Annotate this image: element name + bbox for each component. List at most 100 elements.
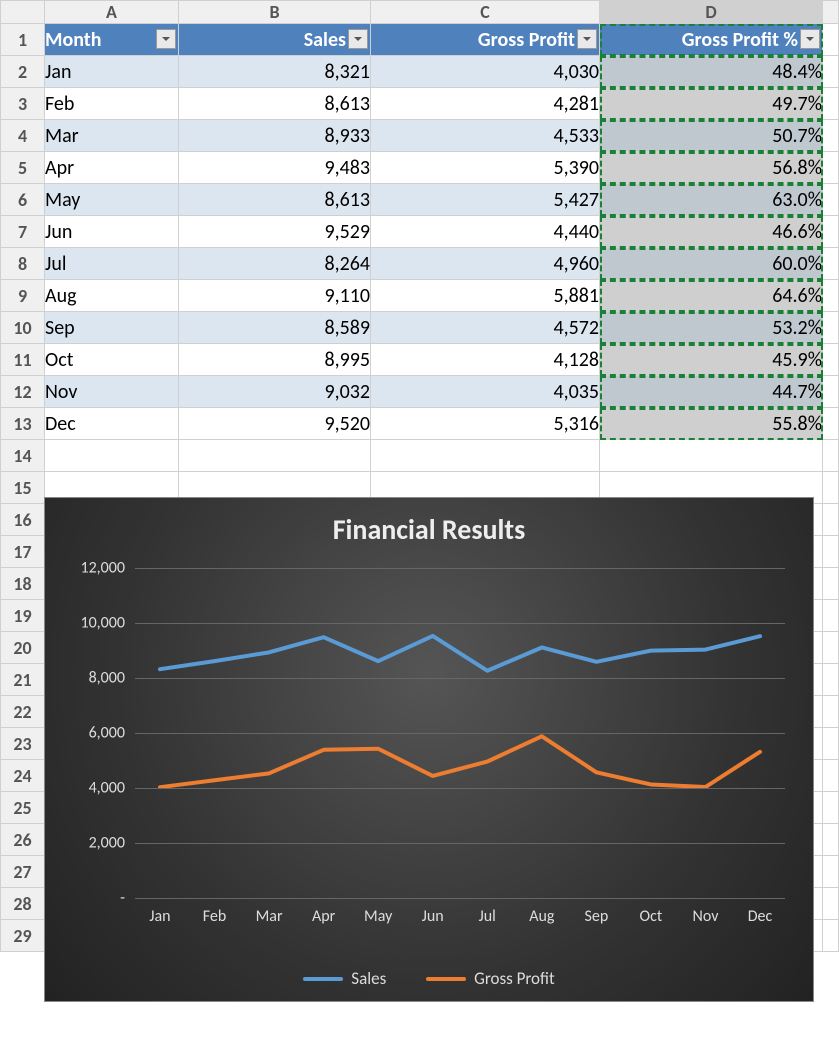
embedded-chart[interactable]: Financial Results -2,0004,0006,0008,0001…: [44, 497, 814, 1002]
cell-blank[interactable]: [823, 184, 839, 216]
col-header-C[interactable]: C: [371, 1, 600, 24]
cell-month[interactable]: Jan: [45, 56, 179, 88]
row-header-24[interactable]: 24: [1, 760, 45, 792]
row-header-16[interactable]: 16: [1, 504, 45, 536]
cell-sales[interactable]: 8,321: [179, 56, 371, 88]
cell-month[interactable]: Nov: [45, 376, 179, 408]
cell-blank[interactable]: [823, 408, 839, 440]
col-header-A[interactable]: A: [45, 1, 179, 24]
cell-gross-profit[interactable]: 4,572: [371, 312, 600, 344]
select-all-corner[interactable]: [1, 1, 45, 24]
row-header-23[interactable]: 23: [1, 728, 45, 760]
cell-gross-profit[interactable]: 4,960: [371, 248, 600, 280]
cell-month[interactable]: Mar: [45, 120, 179, 152]
row-header-17[interactable]: 17: [1, 536, 45, 568]
cell-sales[interactable]: 9,110: [179, 280, 371, 312]
col-header-B[interactable]: B: [179, 1, 371, 24]
cell-blank[interactable]: [823, 344, 839, 376]
cell-blank[interactable]: [823, 664, 839, 696]
row-header-11[interactable]: 11: [1, 344, 45, 376]
cell-gross-profit[interactable]: 4,281: [371, 88, 600, 120]
cell-month[interactable]: Dec: [45, 408, 179, 440]
row-header-15[interactable]: 15: [1, 472, 45, 504]
cell-month[interactable]: Jul: [45, 248, 179, 280]
cell-blank[interactable]: [823, 504, 839, 536]
cell-gross-profit-pct[interactable]: 63.0%: [600, 184, 823, 216]
cell-blank[interactable]: [823, 792, 839, 824]
cell-gross-profit-pct[interactable]: 50.7%: [600, 120, 823, 152]
cell-blank[interactable]: [823, 152, 839, 184]
row-header-12[interactable]: 12: [1, 376, 45, 408]
cell-sales[interactable]: 9,529: [179, 216, 371, 248]
row-header-27[interactable]: 27: [1, 856, 45, 888]
cell-sales[interactable]: 9,483: [179, 152, 371, 184]
row-header-8[interactable]: 8: [1, 248, 45, 280]
cell-gross-profit-pct[interactable]: 60.0%: [600, 248, 823, 280]
row-header-18[interactable]: 18: [1, 568, 45, 600]
cell-blank[interactable]: [371, 440, 600, 472]
cell-gross-profit-pct[interactable]: 44.7%: [600, 376, 823, 408]
row-header-4[interactable]: 4: [1, 120, 45, 152]
row-header-29[interactable]: 29: [1, 920, 45, 952]
cell-gross-profit[interactable]: 4,035: [371, 376, 600, 408]
cell-month[interactable]: Apr: [45, 152, 179, 184]
cell-month[interactable]: Oct: [45, 344, 179, 376]
cell-blank[interactable]: [823, 728, 839, 760]
cell-gross-profit-pct[interactable]: 53.2%: [600, 312, 823, 344]
cell-month[interactable]: May: [45, 184, 179, 216]
row-header-19[interactable]: 19: [1, 600, 45, 632]
row-header-14[interactable]: 14: [1, 440, 45, 472]
cell-gross-profit[interactable]: 4,030: [371, 56, 600, 88]
filter-button-gp[interactable]: [577, 29, 597, 49]
cell-blank[interactable]: [823, 920, 839, 952]
cell-blank[interactable]: [823, 56, 839, 88]
cell-gross-profit-pct[interactable]: 48.4%: [600, 56, 823, 88]
cell-month[interactable]: Feb: [45, 88, 179, 120]
cell-gross-profit[interactable]: 5,427: [371, 184, 600, 216]
cell-blank[interactable]: [823, 760, 839, 792]
cell-month[interactable]: Sep: [45, 312, 179, 344]
cell-sales[interactable]: 9,520: [179, 408, 371, 440]
cell-gross-profit[interactable]: 4,533: [371, 120, 600, 152]
cell-blank[interactable]: [823, 632, 839, 664]
cell-gross-profit[interactable]: 5,390: [371, 152, 600, 184]
cell-blank[interactable]: [823, 376, 839, 408]
cell-sales[interactable]: 8,264: [179, 248, 371, 280]
cell-gross-profit[interactable]: 5,316: [371, 408, 600, 440]
filter-button-month[interactable]: [156, 29, 176, 49]
row-header-3[interactable]: 3: [1, 88, 45, 120]
cell-blank[interactable]: [45, 440, 179, 472]
row-header-28[interactable]: 28: [1, 888, 45, 920]
cell-blank[interactable]: [823, 248, 839, 280]
cell-blank[interactable]: [823, 856, 839, 888]
cell-blank[interactable]: [823, 888, 839, 920]
row-header-5[interactable]: 5: [1, 152, 45, 184]
cell-sales[interactable]: 8,613: [179, 88, 371, 120]
cell-blank[interactable]: [823, 600, 839, 632]
cell-blank[interactable]: [179, 440, 371, 472]
col-header-D[interactable]: D: [600, 1, 823, 24]
cell-blank[interactable]: [823, 536, 839, 568]
cell-gross-profit-pct[interactable]: 46.6%: [600, 216, 823, 248]
cell-gross-profit[interactable]: 4,440: [371, 216, 600, 248]
filter-button-sales[interactable]: [348, 29, 368, 49]
cell-gross-profit-pct[interactable]: 55.8%: [600, 408, 823, 440]
cell-blank[interactable]: [600, 440, 823, 472]
row-header-20[interactable]: 20: [1, 632, 45, 664]
row-header-6[interactable]: 6: [1, 184, 45, 216]
cell-blank[interactable]: [823, 24, 839, 56]
cell-sales[interactable]: 8,933: [179, 120, 371, 152]
row-header-25[interactable]: 25: [1, 792, 45, 824]
cell-month[interactable]: Aug: [45, 280, 179, 312]
row-header-26[interactable]: 26: [1, 824, 45, 856]
row-header-22[interactable]: 22: [1, 696, 45, 728]
cell-sales[interactable]: 8,995: [179, 344, 371, 376]
cell-blank[interactable]: [823, 312, 839, 344]
cell-gross-profit-pct[interactable]: 45.9%: [600, 344, 823, 376]
cell-gross-profit[interactable]: 4,128: [371, 344, 600, 376]
cell-gross-profit-pct[interactable]: 49.7%: [600, 88, 823, 120]
cell-blank[interactable]: [823, 696, 839, 728]
col-header-blank[interactable]: [823, 1, 839, 24]
header-sales[interactable]: Sales: [179, 24, 371, 56]
filter-button-gpp[interactable]: [800, 29, 820, 49]
